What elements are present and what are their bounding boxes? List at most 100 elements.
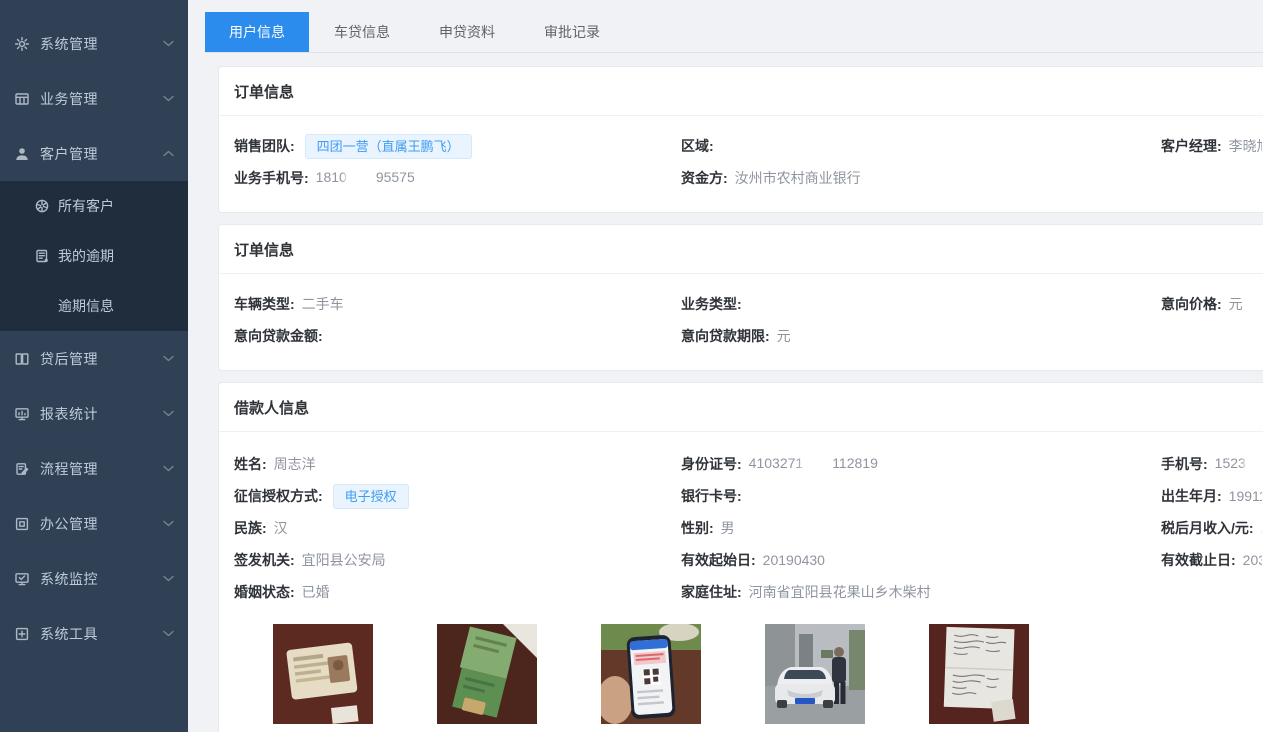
field-label: 婚姻状态:	[234, 582, 295, 602]
credit-auth-tag[interactable]: 电子授权	[333, 484, 409, 509]
field-label: 意向贷款期限:	[681, 326, 770, 346]
book-icon	[14, 351, 30, 367]
order-vehicle-card: 订单信息 车辆类型: 二手车 业务类型: 意向价格: 元 意向贷款金额:	[218, 224, 1263, 371]
field-sales-team: 销售团队: 四团一营（直属王鹏飞）	[234, 130, 681, 162]
sidebar-item-office-management[interactable]: 办公管理	[0, 496, 188, 551]
field-funder: 资金方: 汝州市农村商业银行	[681, 162, 1161, 194]
sidebar-item-report-statistics[interactable]: 报表统计	[0, 386, 188, 441]
field-business-phone: 业务手机号: 181095575	[234, 162, 681, 194]
empty-cell	[1161, 320, 1262, 352]
sidebar-item-label: 系统管理	[40, 34, 98, 54]
field-label: 资金方:	[681, 168, 728, 188]
field-intended-loan-amount: 意向贷款金额:	[234, 320, 681, 352]
field-bank-card: 银行卡号:	[681, 480, 1161, 512]
chevron-down-icon	[163, 410, 174, 417]
field-label: 征信授权方式:	[234, 486, 323, 506]
photo-item: 本人照	[273, 624, 373, 732]
monitor-check-icon	[14, 571, 30, 587]
card-title: 订单信息	[234, 81, 1262, 115]
sidebar-item-all-customers[interactable]: 所有客户	[0, 181, 188, 231]
tab-label: 申贷资料	[439, 22, 495, 42]
chevron-down-icon	[163, 40, 174, 47]
sidebar-item-postloan-management[interactable]: 贷后管理	[0, 331, 188, 386]
tab-label: 车贷信息	[334, 22, 390, 42]
photo-auth-qr-code[interactable]	[601, 624, 701, 724]
borrower-info-card: 借款人信息 姓名: 周志洋 身份证号: 4103271112819 手机号: 1…	[218, 382, 1263, 732]
clipboard-icon	[14, 461, 30, 477]
field-business-type: 业务类型:	[681, 288, 1161, 320]
field-label: 身份证号:	[681, 454, 742, 474]
tab-label: 审批记录	[544, 22, 600, 42]
field-value: 181095575	[316, 169, 415, 187]
customers-icon	[34, 198, 50, 214]
tab-approval-records[interactable]: 审批记录	[520, 12, 624, 52]
photo-license-book[interactable]	[437, 624, 537, 724]
sidebar-item-my-overdue[interactable]: 我的逾期	[0, 231, 188, 281]
field-value: 汉	[274, 518, 288, 538]
field-label: 意向价格:	[1161, 294, 1222, 314]
sidebar-item-label: 系统工具	[40, 624, 98, 644]
sidebar-item-system-monitor[interactable]: 系统监控	[0, 551, 188, 606]
field-vehicle-type: 车辆类型: 二手车	[234, 288, 681, 320]
sidebar-item-system-management[interactable]: 系统管理	[0, 16, 188, 71]
sidebar-item-label: 贷后管理	[40, 349, 98, 369]
field-label: 签发机关:	[234, 550, 295, 570]
field-value: 元	[1229, 294, 1243, 314]
tab-loan-application-docs[interactable]: 申贷资料	[415, 12, 519, 52]
field-label: 区域:	[681, 136, 714, 156]
field-label: 意向贷款金额:	[234, 326, 323, 346]
monitor-icon	[14, 406, 30, 422]
tab-user-info[interactable]: 用户信息	[205, 12, 309, 52]
photo-id-card[interactable]	[273, 624, 373, 724]
field-value: 10000	[1261, 520, 1262, 536]
office-icon	[14, 516, 30, 532]
field-ethnicity: 民族: 汉	[234, 512, 681, 544]
sidebar-item-label: 系统监控	[40, 569, 98, 589]
chevron-down-icon	[163, 355, 174, 362]
sidebar-item-business-management[interactable]: 业务管理	[0, 71, 188, 126]
customer-submenu: 所有客户 我的逾期 逾期信息	[0, 181, 188, 331]
sidebar: 系统管理 业务管理 客户管理 所有客户 我的逾期 逾期信息	[0, 0, 188, 732]
field-value: 宜阳县公安局	[302, 550, 386, 570]
field-label: 销售团队:	[234, 136, 295, 156]
sidebar-item-system-tools[interactable]: 系统工具	[0, 606, 188, 661]
borrower-photos: 本人照	[273, 624, 1262, 732]
redaction-patch	[348, 170, 375, 187]
sidebar-item-overdue-info[interactable]: 逾期信息	[0, 281, 188, 331]
field-birth-date: 出生年月: 19911111	[1161, 480, 1262, 512]
sidebar-item-customer-management[interactable]: 客户管理	[0, 126, 188, 181]
field-label: 民族:	[234, 518, 267, 538]
field-valid-to: 有效截止日: 20390430	[1161, 544, 1262, 576]
main-content: 用户信息 车贷信息 申贷资料 审批记录 订单信息 销售团队: 四团一营（直属王鹏…	[188, 0, 1263, 732]
field-label: 家庭住址:	[681, 582, 742, 602]
photo-handwritten-document[interactable]	[929, 624, 1029, 724]
field-label: 车辆类型:	[234, 294, 295, 314]
photo-person-with-car[interactable]	[765, 624, 865, 724]
field-label: 客户经理:	[1161, 136, 1222, 156]
field-marital-status: 婚姻状态: 已婚	[234, 576, 681, 608]
field-value: 李晓旭	[1229, 136, 1262, 156]
chevron-up-icon	[163, 150, 174, 157]
field-valid-from: 有效起始日: 20190430	[681, 544, 1161, 576]
field-value: 15236137	[1215, 455, 1262, 473]
redaction-patch	[804, 456, 831, 473]
sales-team-tag[interactable]: 四团一营（直属王鹏飞）	[305, 134, 472, 159]
field-value: 男	[721, 518, 735, 538]
sidebar-item-process-management[interactable]: 流程管理	[0, 441, 188, 496]
sidebar-item-label: 流程管理	[40, 459, 98, 479]
field-value: 4103271112819	[749, 455, 878, 473]
tab-car-loan-info[interactable]: 车贷信息	[310, 12, 414, 52]
field-credit-auth: 征信授权方式: 电子授权	[234, 480, 681, 512]
field-label: 银行卡号:	[681, 486, 742, 506]
tools-icon	[14, 626, 30, 642]
field-label: 有效截止日:	[1161, 550, 1236, 570]
field-value: 20390430	[1243, 552, 1262, 568]
sidebar-item-label: 办公管理	[40, 514, 98, 534]
field-value: 周志洋	[274, 454, 316, 474]
detail-tabs: 用户信息 车贷信息 申贷资料 审批记录	[205, 12, 1263, 53]
field-mobile: 手机号: 15236137	[1161, 448, 1262, 480]
field-region: 区域:	[681, 130, 1161, 162]
chevron-down-icon	[163, 95, 174, 102]
field-label: 税后月收入/元:	[1161, 518, 1254, 538]
order-info-card: 订单信息 销售团队: 四团一营（直属王鹏飞） 区域: 客户经理: 李晓旭 业务手…	[218, 66, 1263, 213]
